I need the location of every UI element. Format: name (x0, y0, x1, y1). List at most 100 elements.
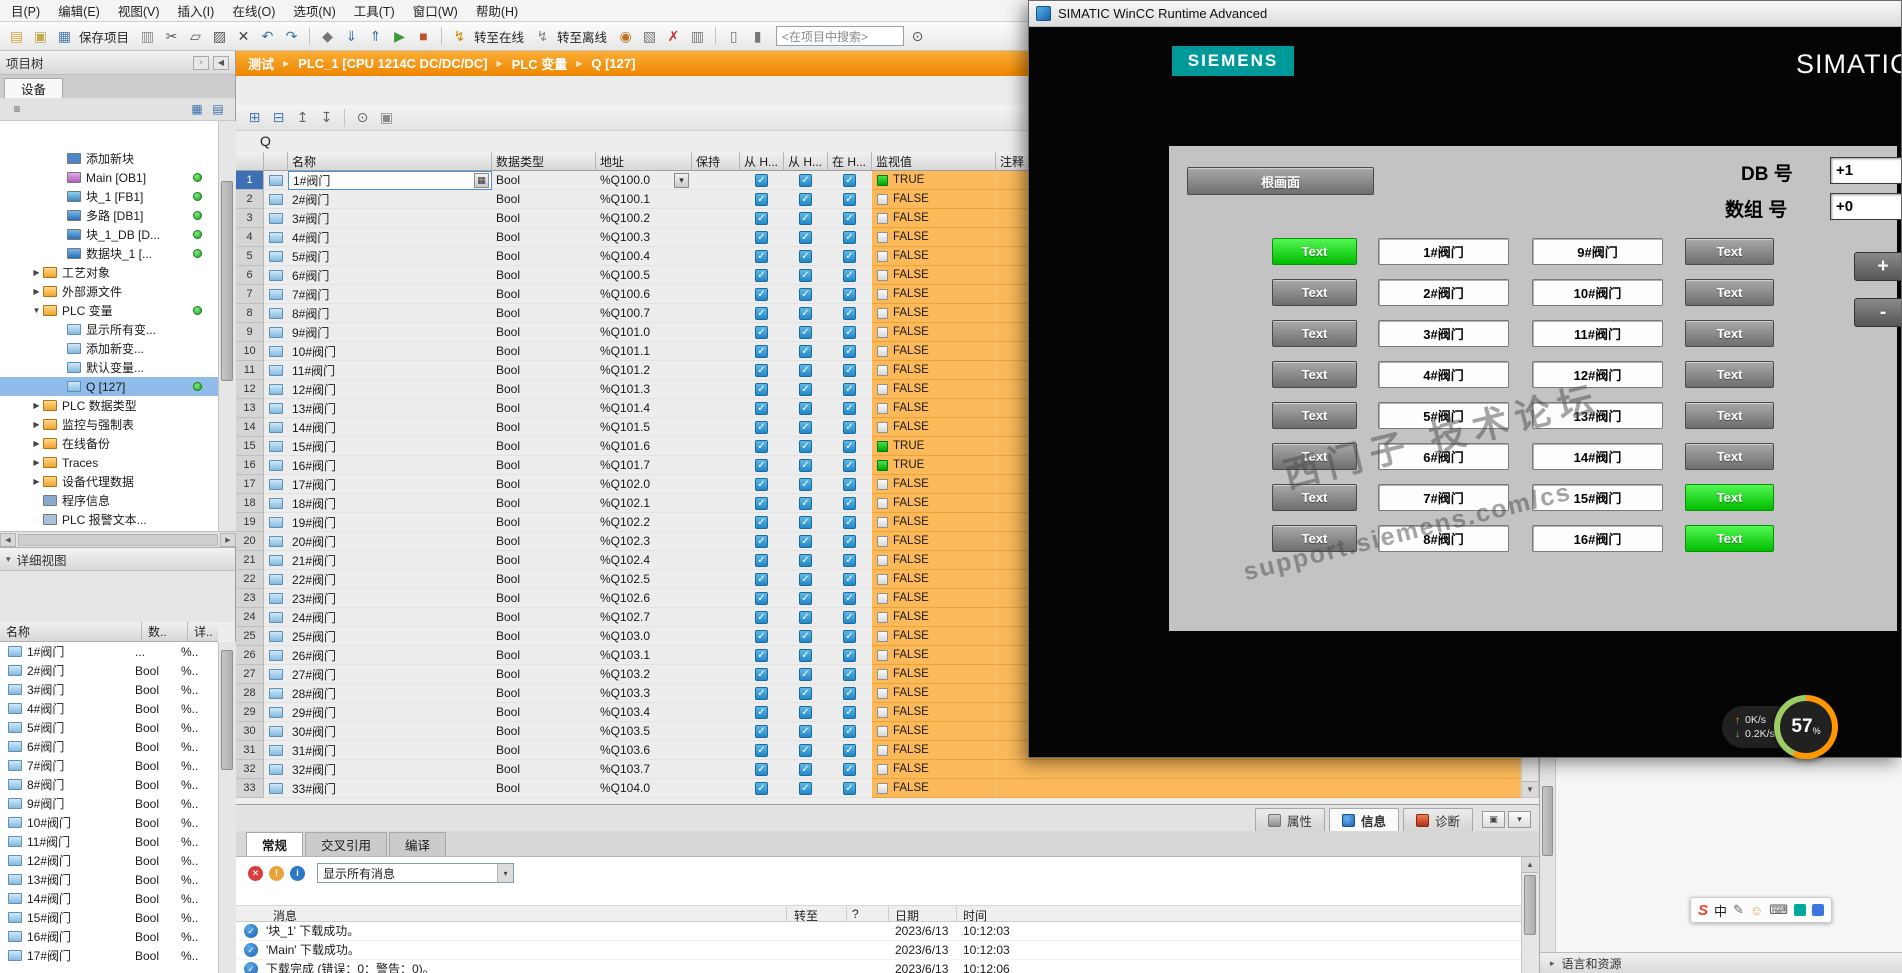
address-cell[interactable]: %Q103.3 (596, 684, 692, 703)
address-cell[interactable]: %Q102.1 (596, 494, 692, 513)
hmi-writable-checkbox[interactable]: ✓ (799, 724, 812, 738)
info-filter-icon[interactable]: i (290, 865, 305, 881)
retain-cell[interactable] (692, 513, 740, 532)
hmi-button[interactable]: 8#阀门 (1378, 525, 1509, 552)
hmi-button[interactable]: 16#阀门 (1532, 525, 1663, 552)
row-number[interactable]: 31 (236, 741, 264, 760)
address-cell[interactable]: %Q100.4 (596, 247, 692, 266)
tree-item[interactable]: 多路 [DB1] (0, 206, 218, 225)
ime-tool-teal-icon[interactable] (1793, 904, 1806, 916)
hmi-visible-checkbox[interactable]: ✓ (843, 287, 856, 301)
address-cell[interactable]: %Q101.4 (596, 399, 692, 418)
hmi-accessible-checkbox[interactable]: ✓ (755, 591, 768, 605)
hmi-visible-checkbox[interactable]: ✓ (843, 439, 856, 453)
download-to-device-icon[interactable]: ⇓ (341, 26, 362, 47)
inspector-scrollbar[interactable]: ▲ (1521, 857, 1539, 973)
hmi-visible-checkbox[interactable]: ✓ (843, 667, 856, 681)
row-number[interactable]: 33 (236, 779, 264, 798)
row-number[interactable]: 15 (236, 437, 264, 456)
hmi-visible-checkbox[interactable]: ✓ (843, 515, 856, 529)
row-number[interactable]: 21 (236, 551, 264, 570)
hmi-visible-checkbox[interactable]: ✓ (843, 743, 856, 757)
tag-name-cell[interactable]: 33#阀门 (288, 779, 492, 798)
detail-row[interactable]: 14#阀门 Bool%.. (0, 889, 218, 908)
address-cell[interactable]: %Q102.2 (596, 513, 692, 532)
tree-item[interactable]: 程序信息 (0, 491, 218, 510)
data-type-cell[interactable]: Bool (492, 722, 596, 741)
scrollbar-thumb[interactable] (221, 181, 233, 381)
tag-name-cell[interactable]: 23#阀门 (288, 589, 492, 608)
tag-row[interactable]: 32 32#阀门 Bool %Q103.7 ✓ ✓ ✓ FALSE (236, 760, 1521, 779)
hmi-accessible-checkbox[interactable]: ✓ (755, 192, 768, 206)
hmi-writable-checkbox[interactable]: ✓ (799, 173, 812, 187)
wincc-titlebar[interactable]: SIMATIC WinCC Runtime Advanced (1029, 1, 1901, 27)
retain-cell[interactable] (692, 380, 740, 399)
hmi-visible-checkbox[interactable]: ✓ (843, 705, 856, 719)
hmi-accessible-checkbox[interactable]: ✓ (755, 686, 768, 700)
row-number[interactable]: 11 (236, 361, 264, 380)
hmi-visible-column-header[interactable]: 在 H... (828, 152, 872, 171)
data-type-cell[interactable]: Bool (492, 513, 596, 532)
hmi-button[interactable]: Text (1685, 402, 1774, 429)
tag-name-cell[interactable]: 18#阀门 (288, 494, 492, 513)
hmi-button[interactable]: 4#阀门 (1378, 361, 1509, 388)
tree-item[interactable]: 数据块_1 [... (0, 244, 218, 263)
data-type-cell[interactable]: Bool (492, 247, 596, 266)
data-type-cell[interactable]: Bool (492, 532, 596, 551)
detail-row[interactable]: 1#阀门...%.. (0, 642, 218, 661)
ime-language-icon[interactable]: 中 (1714, 901, 1727, 920)
split-editor-horizontal-icon[interactable]: ▮ (747, 26, 768, 47)
menu-item[interactable]: 选项(N) (284, 0, 344, 22)
detail-row[interactable]: 17#阀门 Bool%.. (0, 946, 218, 965)
import-icon[interactable]: ↧ (316, 107, 337, 128)
tag-name-cell[interactable]: 6#阀门 (288, 266, 492, 285)
ime-keyboard-icon[interactable]: ⌨ (1769, 902, 1788, 918)
tag-name-cell[interactable]: 20#阀门 (288, 532, 492, 551)
tag-name-cell[interactable]: 2#阀门 (288, 190, 492, 209)
start-cpu-icon[interactable]: ▶ (389, 26, 410, 47)
scrollbar-thumb[interactable] (221, 650, 233, 770)
address-cell[interactable]: %Q102.5 (596, 570, 692, 589)
detail-view-scrollbar[interactable] (218, 642, 236, 973)
tag-name-cell[interactable]: 10#阀门 (288, 342, 492, 361)
split-editor-vertical-icon[interactable]: ▯ (723, 26, 744, 47)
hmi-writable-checkbox[interactable]: ✓ (799, 553, 812, 567)
tree-item[interactable]: 显示所有变... (0, 320, 218, 339)
hmi-button[interactable]: 15#阀门 (1532, 484, 1663, 511)
ime-logo-icon[interactable]: S (1698, 902, 1708, 919)
menu-item[interactable]: 工具(T) (345, 0, 404, 22)
data-type-cell[interactable]: Bool (492, 342, 596, 361)
address-cell[interactable]: %Q101.1 (596, 342, 692, 361)
tag-name-cell[interactable]: 26#阀门 (288, 646, 492, 665)
hmi-button[interactable]: 7#阀门 (1378, 484, 1509, 511)
tree-item[interactable]: ▶ 工艺对象 (0, 263, 218, 282)
column-header-detail[interactable]: 详.. (188, 622, 218, 641)
tree-item[interactable]: ▶ 在线备份 (0, 434, 218, 453)
hmi-writable-checkbox[interactable]: ✓ (799, 382, 812, 396)
hmi-visible-checkbox[interactable]: ✓ (843, 382, 856, 396)
row-number[interactable]: 14 (236, 418, 264, 437)
hmi-accessible-checkbox[interactable]: ✓ (755, 515, 768, 529)
hmi-accessible-checkbox[interactable]: ✓ (755, 420, 768, 434)
ime-emoji-icon[interactable]: ☺ (1750, 903, 1763, 918)
hmi-writable-checkbox[interactable]: ✓ (799, 686, 812, 700)
tree-item[interactable]: ▼ PLC 变量 (0, 301, 218, 320)
hmi-button[interactable]: Text (1272, 484, 1357, 511)
address-cell[interactable]: %Q103.1 (596, 646, 692, 665)
data-type-cell[interactable]: Bool (492, 361, 596, 380)
inspector-tab-properties[interactable]: 属性 (1254, 808, 1325, 831)
tag-name-cell[interactable]: 25#阀门 (288, 627, 492, 646)
inspector-tab-info[interactable]: 信息 (1328, 808, 1399, 831)
data-type-cell[interactable]: Bool (492, 418, 596, 437)
scroll-left-icon[interactable]: ◀ (0, 532, 16, 547)
hmi-accessible-checkbox[interactable]: ✓ (755, 382, 768, 396)
tag-name-cell[interactable]: 32#阀门 (288, 760, 492, 779)
hmi-writable-checkbox[interactable]: ✓ (799, 268, 812, 282)
address-cell[interactable]: %Q103.7 (596, 760, 692, 779)
tree-item[interactable]: 块_1_DB [D... (0, 225, 218, 244)
hmi-writable-checkbox[interactable]: ✓ (799, 230, 812, 244)
go-online-icon[interactable]: ↯ (449, 26, 470, 47)
hmi-writable-checkbox[interactable]: ✓ (799, 344, 812, 358)
go-offline-icon[interactable]: ↯ (532, 26, 553, 47)
detail-row[interactable]: 16#阀门 Bool%.. (0, 927, 218, 946)
